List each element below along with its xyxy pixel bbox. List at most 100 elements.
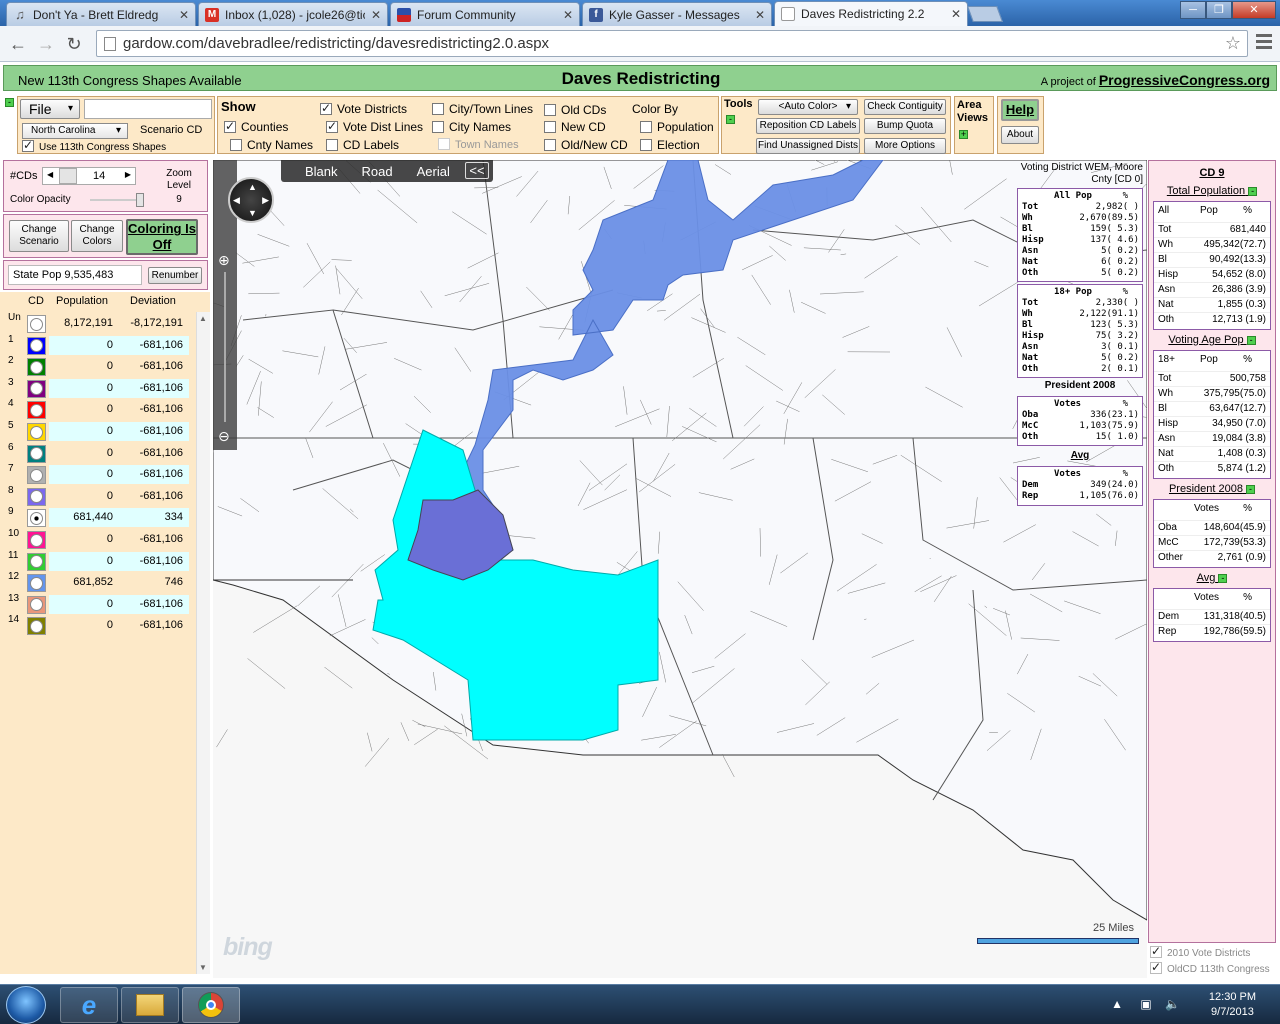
- area-views-toggle-icon[interactable]: +: [959, 128, 968, 140]
- cd-color-swatch[interactable]: [27, 509, 46, 528]
- project-link[interactable]: ProgressiveCongress.org: [1099, 72, 1270, 88]
- table-row[interactable]: 1 0 -681,106: [0, 334, 196, 356]
- old-new-cd-checkbox[interactable]: Old/New CD: [544, 138, 628, 152]
- menu-icon[interactable]: [1256, 34, 1272, 50]
- checkbox-icon[interactable]: [640, 121, 652, 133]
- table-row[interactable]: 2 0 -681,106: [0, 355, 196, 377]
- state-select[interactable]: North Carolina: [22, 123, 128, 139]
- checkbox-icon[interactable]: [1150, 944, 1162, 958]
- reposition-labels-button[interactable]: Reposition CD Labels: [756, 118, 860, 134]
- cd-color-swatch[interactable]: [27, 444, 46, 463]
- table-row[interactable]: 8 0 -681,106: [0, 485, 196, 507]
- address-bar[interactable]: gardow.com/davebradlee/redistricting/dav…: [96, 30, 1248, 57]
- maximize-button[interactable]: ❐: [1206, 1, 1232, 19]
- chevron-right-icon[interactable]: ▶: [125, 170, 131, 179]
- cd-color-swatch[interactable]: [27, 358, 46, 377]
- collapse-toggle-icon[interactable]: -: [5, 96, 15, 107]
- change-colors-button[interactable]: Change Colors: [71, 220, 123, 252]
- radio-icon[interactable]: [30, 598, 43, 612]
- zoom-track[interactable]: [224, 272, 226, 422]
- toggle-icon[interactable]: -: [1246, 484, 1256, 494]
- cd-color-swatch[interactable]: [27, 574, 46, 593]
- vote-districts-2010-checkbox[interactable]: 2010 Vote Districts: [1150, 944, 1250, 959]
- table-row[interactable]: 10 0 -681,106: [0, 528, 196, 550]
- radio-icon[interactable]: [30, 317, 43, 331]
- radio-icon[interactable]: [30, 468, 43, 482]
- checkbox-icon[interactable]: [224, 119, 236, 133]
- city-town-lines-checkbox[interactable]: City/Town Lines: [432, 102, 533, 116]
- table-row[interactable]: 6 0 -681,106: [0, 442, 196, 464]
- window-close-button[interactable]: ✕: [1232, 1, 1276, 19]
- close-icon[interactable]: ✕: [179, 8, 189, 22]
- checkbox-icon[interactable]: [438, 138, 450, 150]
- browser-tab-active[interactable]: Daves Redistricting 2.2 ✕: [774, 1, 968, 26]
- table-row[interactable]: 4 0 -681,106: [0, 398, 196, 420]
- start-button[interactable]: [6, 986, 46, 1024]
- star-icon[interactable]: ☆: [1225, 31, 1241, 56]
- checkbox-icon[interactable]: [544, 121, 556, 133]
- radio-icon[interactable]: [30, 425, 43, 439]
- browser-tab[interactable]: Forum Community ✕: [390, 2, 580, 26]
- file-name-input[interactable]: [84, 99, 212, 119]
- collapse-toolbar-button[interactable]: <<: [465, 162, 489, 179]
- close-icon[interactable]: ✕: [951, 7, 961, 21]
- checkbox-icon[interactable]: [640, 139, 652, 151]
- radio-icon[interactable]: [30, 576, 43, 590]
- cd-color-swatch[interactable]: [27, 401, 46, 420]
- close-icon[interactable]: ✕: [563, 8, 573, 22]
- table-row[interactable]: 14 0 -681,106: [0, 614, 196, 636]
- table-row[interactable]: Un 8,172,191 -8,172,191: [0, 312, 196, 334]
- table-row[interactable]: 3 0 -681,106: [0, 377, 196, 399]
- radio-icon[interactable]: [30, 555, 43, 569]
- close-icon[interactable]: ✕: [755, 8, 765, 22]
- cnty-names-checkbox[interactable]: Cnty Names: [230, 138, 313, 152]
- zoom-in-icon[interactable]: ⊕: [218, 252, 230, 269]
- scroll-down-icon[interactable]: ▼: [199, 963, 207, 972]
- checkbox-icon[interactable]: [544, 104, 556, 116]
- cd-color-swatch[interactable]: [27, 617, 46, 636]
- map-canvas[interactable]: [213, 160, 1147, 978]
- clock[interactable]: 12:30 PM 9/7/2013: [1209, 990, 1256, 1020]
- radio-icon[interactable]: [30, 490, 43, 504]
- cd-color-swatch[interactable]: [27, 552, 46, 571]
- old-cds-checkbox[interactable]: Old CDs: [544, 103, 606, 117]
- radio-icon[interactable]: [30, 360, 43, 374]
- radio-icon[interactable]: [30, 533, 43, 547]
- network-icon[interactable]: ▣: [1140, 997, 1151, 1011]
- cd-table-scrollbar[interactable]: ▲ ▼: [196, 312, 210, 974]
- cd-labels-checkbox[interactable]: CD Labels: [326, 138, 399, 152]
- chrome-icon[interactable]: [182, 987, 240, 1023]
- slider-thumb[interactable]: [136, 193, 144, 207]
- browser-tab[interactable]: ♫ Don't Ya - Brett Eldredg ✕: [6, 2, 196, 26]
- cd-color-swatch[interactable]: [27, 315, 46, 333]
- toggle-icon[interactable]: -: [1246, 335, 1256, 345]
- table-row[interactable]: 5 0 -681,106: [0, 420, 196, 442]
- zoom-out-icon[interactable]: ⊖: [218, 428, 230, 445]
- bump-quota-button[interactable]: Bump Quota: [864, 118, 946, 134]
- checkbox-icon[interactable]: [1150, 960, 1162, 974]
- population-checkbox[interactable]: Population: [640, 120, 714, 134]
- toggle-icon[interactable]: -: [1218, 573, 1228, 583]
- compass-icon[interactable]: ▲ ▼ ◀ ▶: [228, 177, 274, 223]
- minimize-button[interactable]: ─: [1180, 1, 1206, 19]
- use-113-checkbox[interactable]: Use 113th Congress Shapes: [22, 138, 166, 153]
- city-names-checkbox[interactable]: City Names: [432, 120, 511, 134]
- town-names-checkbox[interactable]: Town Names: [438, 138, 519, 151]
- checkbox-icon[interactable]: [230, 139, 242, 151]
- map-view-aerial[interactable]: Aerial: [417, 164, 450, 179]
- scroll-up-icon[interactable]: ▲: [199, 314, 207, 323]
- checkbox-icon[interactable]: [432, 103, 444, 115]
- about-button[interactable]: About: [1001, 126, 1039, 144]
- map-view-road[interactable]: Road: [362, 164, 393, 179]
- browser-tab[interactable]: M Inbox (1,028) - jcole26@tic ✕: [198, 2, 388, 26]
- cd-color-swatch[interactable]: [27, 466, 46, 485]
- file-menu-button[interactable]: File ▾: [20, 99, 80, 119]
- cd-color-swatch[interactable]: [27, 595, 46, 614]
- find-unassigned-button[interactable]: Find Unassigned Dists: [756, 138, 860, 154]
- change-scenario-button[interactable]: Change Scenario: [9, 220, 69, 252]
- new-tab-button[interactable]: [967, 6, 1003, 22]
- vote-dist-lines-checkbox[interactable]: Vote Dist Lines: [326, 119, 423, 134]
- check-contiguity-button[interactable]: Check Contiguity: [864, 99, 946, 115]
- cd-color-swatch[interactable]: [27, 487, 46, 506]
- new-cd-checkbox[interactable]: New CD: [544, 120, 606, 134]
